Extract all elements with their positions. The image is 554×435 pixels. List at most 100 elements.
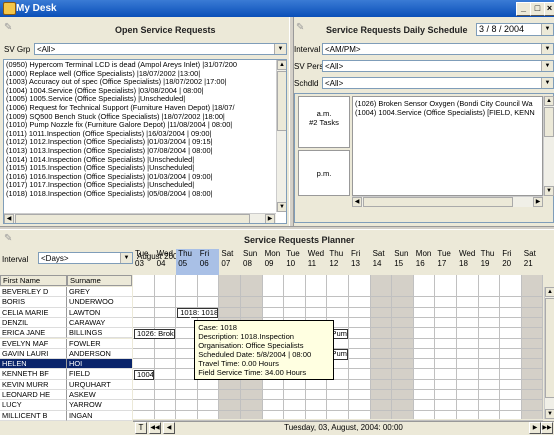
person-first-name[interactable]: MILLICENT B: [0, 410, 67, 421]
day-header[interactable]: Sat 21: [522, 249, 544, 275]
person-first-name[interactable]: HELEN: [0, 359, 67, 370]
person-surname[interactable]: GREY: [67, 287, 132, 298]
person-first-name[interactable]: BEVERLEY D: [0, 287, 67, 298]
person-first-name[interactable]: EVELYN MAF: [0, 338, 67, 349]
day-header[interactable]: Fri 13: [349, 249, 371, 275]
day-name: Sat: [523, 249, 536, 258]
day-header[interactable]: Wed 04: [155, 249, 177, 275]
sv-grp-select[interactable]: <All> ▼: [34, 43, 287, 55]
scroll-thumb[interactable]: [363, 197, 513, 207]
person-first-name[interactable]: DENZIL: [0, 317, 67, 329]
person-first-name[interactable]: CELIA MARIE: [0, 307, 67, 318]
scroll-up-icon[interactable]: ▲: [277, 60, 286, 70]
day-header[interactable]: Thu 05: [176, 249, 198, 275]
interval-select[interactable]: <AM/PM> ▼: [322, 43, 554, 55]
schedule-date-picker[interactable]: 3 / 8 / 2004 ▼: [476, 23, 554, 36]
person-surname[interactable]: ASKEW: [67, 390, 132, 401]
column-header-surname[interactable]: Surname: [67, 275, 132, 286]
person-first-name[interactable]: ERICA JANE: [0, 328, 67, 339]
scroll-down-icon[interactable]: ▼: [545, 409, 554, 419]
day-number: 07: [221, 259, 231, 268]
vertical-scrollbar[interactable]: ▲ ▼: [276, 60, 286, 212]
scroll-thumb[interactable]: [277, 71, 286, 131]
person-surname[interactable]: BILLINGS: [67, 328, 132, 339]
day-header[interactable]: Mon 16: [414, 249, 436, 275]
person-surname[interactable]: FIELD: [67, 369, 132, 380]
person-first-name[interactable]: GAVIN LAURI: [0, 348, 67, 360]
maximize-button[interactable]: □: [530, 2, 545, 16]
day-header[interactable]: Mon 09: [263, 249, 285, 275]
day-header[interactable]: Wed 18: [457, 249, 479, 275]
scroll-left-icon[interactable]: ◀: [352, 197, 362, 207]
vertical-scrollbar[interactable]: ▲ ▼: [543, 96, 554, 196]
person-surname[interactable]: FOWLER: [67, 338, 132, 349]
day-header[interactable]: Sun 15: [392, 249, 414, 275]
schdld-select[interactable]: <All> ▼: [322, 77, 554, 89]
day-header[interactable]: Tue 17: [435, 249, 457, 275]
scroll-down-icon[interactable]: ▼: [277, 202, 286, 212]
horizontal-scrollbar[interactable]: ◀ ▶: [4, 213, 276, 223]
task-item[interactable]: (1026) Broken Sensor Oxygen (Bondi City …: [353, 99, 542, 108]
planner-event[interactable]: 1004: 1004: [134, 369, 154, 381]
close-button[interactable]: ×: [544, 2, 554, 16]
scroll-up-icon[interactable]: ▲: [545, 287, 554, 297]
column-header-first-name[interactable]: First Name: [0, 275, 67, 286]
scroll-thumb[interactable]: [544, 107, 554, 137]
scroll-thumb[interactable]: [15, 214, 250, 223]
chevron-down-icon[interactable]: ▼: [541, 61, 553, 71]
person-surname[interactable]: ANDERSON: [67, 348, 132, 360]
minimize-button[interactable]: _: [516, 2, 531, 16]
day-number: 21: [523, 259, 533, 268]
day-header[interactable]: Tue 03: [133, 249, 155, 275]
day-name: Fri: [199, 249, 210, 258]
day-header[interactable]: Fri 06: [197, 249, 220, 275]
scroll-up-icon[interactable]: ▲: [544, 96, 554, 106]
person-surname[interactable]: UNDERWOO: [67, 297, 132, 308]
person-surname[interactable]: HOI: [67, 359, 132, 370]
am-tasks-list[interactable]: (1026) Broken Sensor Oxygen (Bondi City …: [352, 96, 543, 196]
planner-event[interactable]: 1018: 1018: [177, 308, 219, 319]
scroll-down-icon[interactable]: ▼: [544, 186, 554, 196]
chevron-down-icon[interactable]: ▼: [541, 78, 553, 88]
sv-pers-select[interactable]: <All> ▼: [322, 60, 554, 72]
task-item[interactable]: (1004) 1004.Service (Office Specialists)…: [353, 108, 542, 117]
day-header[interactable]: Fri 20: [500, 249, 522, 275]
day-header[interactable]: Wed 11: [306, 249, 328, 275]
day-header[interactable]: Tue 10: [284, 249, 306, 275]
day-header[interactable]: Sun 08: [241, 249, 263, 275]
scroll-left-icon[interactable]: ◀: [4, 214, 14, 223]
person-first-name[interactable]: LEONARD HE: [0, 390, 67, 401]
list-item[interactable]: (1018) 1018.Inspection (Office Specialis…: [4, 189, 276, 199]
pin-icon[interactable]: ✎: [4, 234, 14, 244]
day-header[interactable]: Sat 14: [371, 249, 393, 275]
chevron-down-icon[interactable]: ▼: [541, 44, 553, 54]
last-page-icon[interactable]: ▶▶: [541, 422, 553, 434]
person-surname[interactable]: URQUHART: [67, 379, 132, 390]
vertical-scrollbar[interactable]: ▲ ▼: [544, 287, 554, 419]
day-header[interactable]: Thu 19: [479, 249, 501, 275]
chevron-down-icon[interactable]: ▼: [274, 44, 286, 54]
person-first-name[interactable]: KEVIN MURR: [0, 379, 67, 390]
next-icon[interactable]: ▶: [529, 422, 541, 434]
person-surname[interactable]: CARAWAY: [67, 317, 132, 329]
person-first-name[interactable]: BORIS: [0, 297, 67, 308]
planner-event[interactable]: 1026: Brok: [134, 328, 176, 339]
day-header[interactable]: Thu 12: [327, 249, 349, 275]
scroll-right-icon[interactable]: ▶: [265, 214, 275, 223]
horizontal-scrollbar[interactable]: ◀ ▶: [352, 196, 543, 207]
interval-value: <AM/PM>: [325, 45, 361, 54]
open-requests-list[interactable]: (0950) Hypercom Terminal LCD is dead (Am…: [3, 59, 287, 224]
pin-icon[interactable]: ✎: [4, 23, 14, 33]
pin-icon[interactable]: ✎: [296, 23, 306, 33]
person-surname[interactable]: LAWTON: [67, 307, 132, 318]
scroll-right-icon[interactable]: ▶: [533, 197, 543, 207]
day-number: 15: [394, 259, 404, 268]
person-surname[interactable]: YARROW: [67, 400, 132, 411]
app-icon: [3, 2, 16, 15]
chevron-down-icon[interactable]: ▼: [541, 24, 553, 35]
person-first-name[interactable]: LUCY: [0, 400, 67, 411]
person-first-name[interactable]: KENNETH BF: [0, 369, 67, 380]
scroll-thumb[interactable]: [545, 298, 554, 398]
day-header[interactable]: Sat 07: [219, 249, 241, 275]
person-surname[interactable]: INGAN: [67, 410, 132, 421]
